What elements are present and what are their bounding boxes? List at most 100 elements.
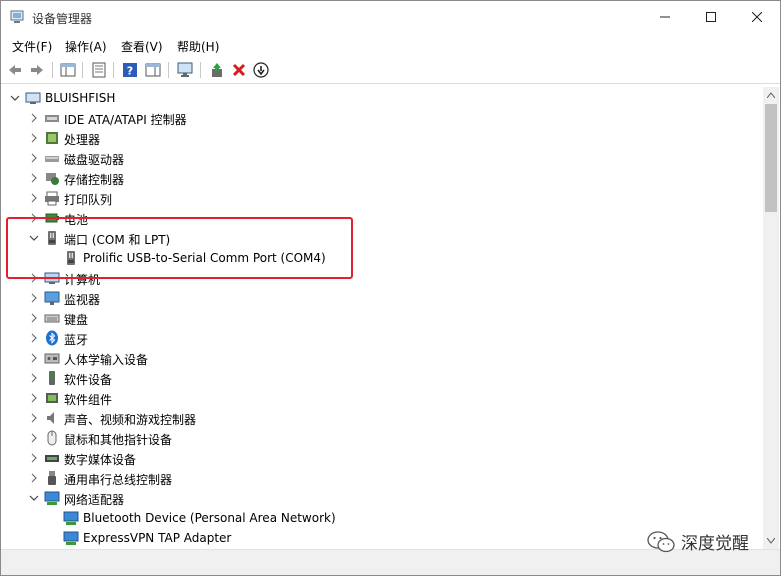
tree-category[interactable]: 端口 (COM 和 LPT) [3, 228, 763, 248]
port-icon [44, 230, 60, 246]
tree-category[interactable]: 软件设备 [3, 368, 763, 388]
down-arrow-circle-icon [253, 62, 269, 78]
processor-icon [46, 132, 58, 144]
expand-chevron-down-icon[interactable] [28, 232, 40, 244]
tree-device[interactable]: Bluetooth Device (Personal Area Network) [3, 508, 763, 528]
collapse-chevron-right-icon[interactable] [28, 352, 40, 364]
scroll-down-button[interactable] [763, 533, 779, 549]
collapse-chevron-right-icon[interactable] [28, 472, 40, 484]
collapse-chevron-right-icon[interactable] [28, 292, 40, 304]
tree-category[interactable]: IDE ATA/ATAPI 控制器 [3, 108, 763, 128]
menu-file[interactable]: 文件(F) [12, 38, 52, 55]
mouse-icon [44, 430, 60, 446]
collapse-chevron-right-icon[interactable] [28, 412, 40, 424]
collapse-chevron-right-icon[interactable] [28, 372, 40, 384]
tree-category[interactable]: 鼠标和其他指针设备 [3, 428, 763, 448]
tree-category[interactable]: 电池 [3, 208, 763, 228]
network-adapter-icon [44, 491, 60, 505]
digital-media-icon [44, 450, 60, 466]
tree-item-label: 网络适配器 [64, 493, 125, 507]
disable-device-button[interactable] [251, 60, 271, 80]
expand-chevron-down-icon[interactable] [9, 92, 21, 104]
tree-category[interactable]: 处理器 [3, 128, 763, 148]
tree-item-label: 磁盘驱动器 [64, 153, 125, 167]
collapse-chevron-right-icon[interactable] [28, 432, 40, 444]
tree-item-label: 数字媒体设备 [64, 453, 137, 467]
maximize-icon [706, 12, 716, 22]
tree-category[interactable]: 键盘 [3, 308, 763, 328]
tree-item-label: 键盘 [64, 313, 89, 327]
network-adapter-icon [63, 510, 79, 526]
collapse-chevron-right-icon[interactable] [28, 212, 40, 224]
tree-category[interactable]: 存储控制器 [3, 168, 763, 188]
tree-item-label: ExpressVPN TAP Adapter [83, 531, 232, 545]
collapse-chevron-right-icon[interactable] [28, 272, 40, 284]
toolbar-separator [52, 62, 53, 78]
tree-category[interactable]: 计算机 [3, 268, 763, 288]
tree-category[interactable]: 数字媒体设备 [3, 448, 763, 468]
tree-root[interactable]: BLUISHFISH [3, 88, 763, 108]
tree-category[interactable]: 网络适配器 [3, 488, 763, 508]
menu-bar: 文件(F) 操作(A) 查看(V) 帮助(H) [1, 34, 780, 56]
bluetooth-icon [44, 330, 60, 346]
properties-button[interactable] [89, 60, 109, 80]
maximize-button[interactable] [688, 1, 734, 33]
network-adapter-icon [63, 531, 79, 545]
ide-controller-icon [45, 115, 59, 122]
collapse-chevron-right-icon[interactable] [28, 192, 40, 204]
collapse-chevron-right-icon[interactable] [28, 312, 40, 324]
tree-category[interactable]: 蓝牙 [3, 328, 763, 348]
battery-icon [45, 213, 59, 223]
tree-category[interactable]: 软件组件 [3, 388, 763, 408]
menu-view[interactable]: 查看(V) [121, 38, 163, 55]
software-component-icon [44, 390, 60, 406]
network-adapter-icon [63, 511, 79, 525]
device-manager-window: 设备管理器 文件(F) 操作(A) 查看(V) 帮助(H) ? BLUISHFI… [0, 0, 781, 576]
collapse-chevron-right-icon[interactable] [28, 392, 40, 404]
vertical-scrollbar[interactable] [763, 87, 779, 549]
collapse-chevron-right-icon[interactable] [28, 112, 40, 124]
uninstall-device-button[interactable] [229, 60, 249, 80]
help-button[interactable]: ? [120, 60, 140, 80]
action-pane-button[interactable] [143, 60, 163, 80]
mouse-icon [47, 430, 57, 446]
scrollbar-thumb[interactable] [765, 104, 777, 212]
network-adapter-icon [63, 530, 79, 546]
back-button[interactable] [5, 60, 25, 80]
scroll-up-button[interactable] [763, 87, 779, 103]
ide-controller-icon [44, 110, 60, 126]
collapse-chevron-right-icon[interactable] [28, 132, 40, 144]
expand-chevron-down-icon[interactable] [28, 492, 40, 504]
back-arrow-icon [9, 65, 21, 75]
tree-item-label: 电池 [64, 213, 89, 227]
monitor-icon [44, 290, 60, 306]
tree-category[interactable]: 人体学输入设备 [3, 348, 763, 368]
tree-category[interactable]: 监视器 [3, 288, 763, 308]
tree-device[interactable]: Prolific USB-to-Serial Comm Port (COM4) [3, 248, 763, 268]
tree-category[interactable]: 通用串行总线控制器 [3, 468, 763, 488]
tree-category[interactable]: 声音、视频和游戏控制器 [3, 408, 763, 428]
update-driver-button[interactable] [207, 60, 227, 80]
scan-hardware-button[interactable] [175, 60, 195, 80]
minimize-icon [660, 16, 670, 18]
watermark: 深度觉醒 [647, 529, 749, 554]
tree-category[interactable]: 打印队列 [3, 188, 763, 208]
usb-icon [48, 471, 56, 485]
computer-icon [44, 270, 60, 286]
close-button[interactable] [734, 1, 780, 33]
menu-help[interactable]: 帮助(H) [177, 38, 219, 55]
forward-button[interactable] [27, 60, 47, 80]
collapse-chevron-right-icon[interactable] [28, 332, 40, 344]
menu-action[interactable]: 操作(A) [65, 38, 107, 55]
tree-item-label: 通用串行总线控制器 [64, 473, 173, 487]
device-manager-app-icon [10, 10, 24, 23]
tree-category[interactable]: 磁盘驱动器 [3, 148, 763, 168]
tree-item-label: 处理器 [64, 133, 101, 147]
collapse-chevron-right-icon[interactable] [28, 152, 40, 164]
collapse-chevron-right-icon[interactable] [28, 452, 40, 464]
close-icon [752, 12, 762, 22]
minimize-button[interactable] [642, 1, 688, 33]
collapse-chevron-right-icon[interactable] [28, 172, 40, 184]
software-device-icon [44, 370, 60, 386]
show-hide-console-tree-button[interactable] [58, 60, 78, 80]
